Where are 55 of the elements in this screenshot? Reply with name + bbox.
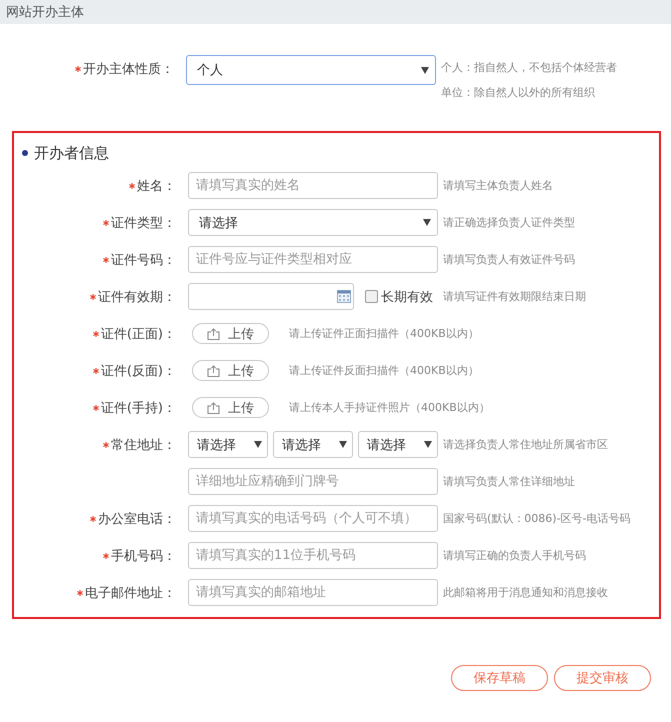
field-label: 证件(正面)： bbox=[100, 326, 176, 342]
field-label: 姓名： bbox=[137, 178, 176, 194]
hint-text: 请填写证件有效期限结束日期 bbox=[443, 289, 586, 304]
hint-text: 请选择负责人常住地址所属省市区 bbox=[443, 437, 608, 452]
date-field[interactable] bbox=[188, 283, 354, 310]
caret-icon bbox=[339, 441, 347, 448]
upload-icon bbox=[207, 402, 220, 414]
hint-text: 此邮箱将用于消息通知和消息接收 bbox=[443, 585, 608, 600]
hint-text: 个人：指自然人，不包括个体经营者 bbox=[441, 60, 617, 75]
upload-button[interactable]: 上传 bbox=[192, 323, 269, 344]
hint-text: 请上传证件正面扫描件（400KB以内） bbox=[289, 326, 479, 341]
caret-icon bbox=[424, 441, 432, 448]
hint-text: 请填写负责人有效证件号码 bbox=[443, 252, 575, 267]
checkbox-label: 长期有效 bbox=[381, 288, 433, 306]
input-field[interactable]: 请填写真实的邮箱地址 bbox=[188, 579, 438, 606]
upload-button[interactable]: 上传 bbox=[192, 397, 269, 418]
field-label: 证件号码： bbox=[111, 252, 176, 268]
upload-button[interactable]: 上传 bbox=[192, 360, 269, 381]
field-label: 证件(手持)： bbox=[100, 400, 176, 416]
hint-text: 单位：除自然人以外的所有组织 bbox=[441, 85, 596, 100]
caret-icon bbox=[421, 66, 429, 74]
hint-text: 请正确选择负责人证件类型 bbox=[443, 215, 575, 230]
section-title: 开办者信息 bbox=[34, 144, 109, 162]
bullet-icon bbox=[22, 150, 28, 156]
calendar-icon bbox=[337, 290, 351, 303]
select-field[interactable]: 请选择 bbox=[188, 431, 268, 458]
input-field[interactable]: 请填写真实的11位手机号码 bbox=[188, 542, 438, 569]
hint-text: 请填写主体负责人姓名 bbox=[443, 178, 553, 193]
input-field[interactable]: 详细地址应精确到门牌号 bbox=[188, 468, 438, 495]
field-label: 证件有效期： bbox=[98, 290, 176, 304]
field-label: 证件(反面)： bbox=[100, 364, 176, 378]
select-field[interactable]: 请选择 bbox=[188, 209, 438, 236]
hint-text: 请上传本人手持证件照片（400KB以内） bbox=[289, 400, 490, 415]
field-label: 办公室电话： bbox=[98, 512, 176, 526]
select-field[interactable]: 请选择 bbox=[358, 431, 438, 458]
select-field[interactable]: 个人 bbox=[186, 55, 436, 85]
select-field[interactable]: 请选择 bbox=[273, 431, 353, 458]
field-label: 证件类型： bbox=[111, 216, 176, 230]
hint-text: 请上传证件反面扫描件（400KB以内） bbox=[289, 363, 479, 378]
hint-text: 请填写负责人常住详细地址 bbox=[443, 474, 575, 489]
hint-text: 国家号码(默认：0086)-区号-电话号码 bbox=[443, 511, 631, 526]
field-label: 常住地址： bbox=[111, 438, 176, 452]
upload-icon bbox=[207, 328, 220, 340]
field-label: 手机号码： bbox=[111, 548, 176, 564]
upload-icon bbox=[207, 364, 220, 376]
caret-icon bbox=[254, 441, 262, 448]
checkbox[interactable] bbox=[365, 290, 378, 303]
field-label: 电子邮件地址： bbox=[85, 586, 176, 600]
input-field[interactable]: 证件号应与证件类型相对应 bbox=[188, 246, 438, 273]
caret-icon bbox=[423, 219, 431, 226]
field-label: 开办主体性质： bbox=[83, 62, 174, 77]
input-field[interactable]: 请填写真实的姓名 bbox=[188, 172, 438, 199]
header-title: 网站开办主体 bbox=[6, 4, 84, 21]
input-field[interactable]: 请填写真实的电话号码（个人可不填） bbox=[188, 505, 438, 532]
hint-text: 请填写正确的负责人手机号码 bbox=[443, 548, 586, 563]
